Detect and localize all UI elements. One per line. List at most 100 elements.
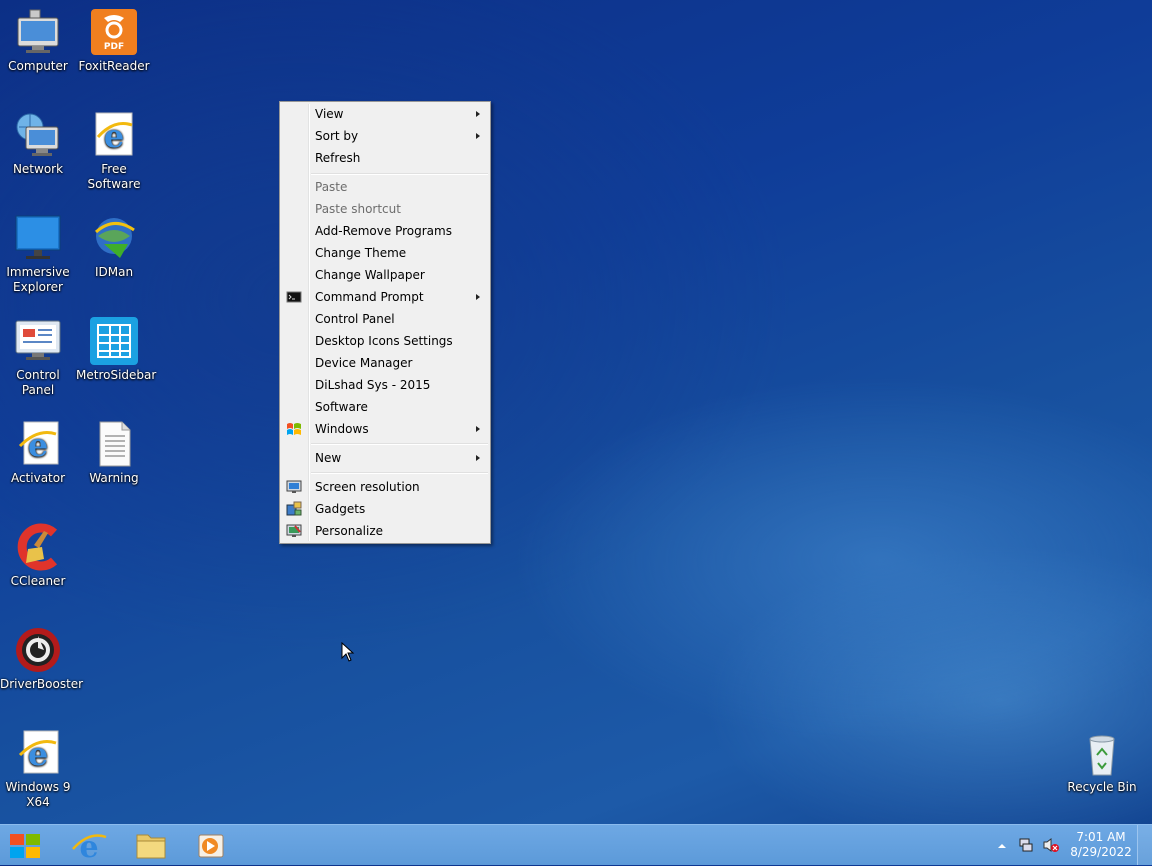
menu-item-label: DiLshad Sys - 2015 xyxy=(315,378,431,392)
media-player-icon[interactable] xyxy=(186,827,236,863)
start-button[interactable] xyxy=(0,827,50,863)
menu-item-label: Gadgets xyxy=(315,502,366,516)
menu-item-label: Windows xyxy=(315,422,369,436)
recycle-bin-icon xyxy=(1078,733,1126,777)
desktop-icon-label: Recycle Bin xyxy=(1067,780,1137,794)
desktop-icon-windows-9-x64[interactable]: e Windows 9 X64 xyxy=(0,729,76,810)
menu-item-sort-by[interactable]: Sort by xyxy=(282,125,488,147)
menu-item-label: Change Wallpaper xyxy=(315,268,425,282)
menu-item-personalize[interactable]: Personalize xyxy=(282,520,488,542)
clock-date: 8/29/2022 xyxy=(1070,845,1132,859)
desktop-icon-network[interactable]: Network xyxy=(0,111,76,177)
internet-explorer-icon: e xyxy=(90,111,138,159)
ccleaner-icon xyxy=(14,523,62,571)
menu-item-label: Sort by xyxy=(315,129,359,143)
desktop-icon-foxitreader[interactable]: PDF FoxitReader xyxy=(76,8,152,74)
internet-explorer-icon[interactable]: e xyxy=(64,827,114,865)
show-desktop-button[interactable] xyxy=(1137,825,1152,865)
text-document-icon xyxy=(90,420,138,468)
desktop-icon-driverbooster[interactable]: DriverBooster xyxy=(0,626,84,692)
gadgets-icon xyxy=(286,501,302,517)
menu-item-label: Command Prompt xyxy=(315,290,424,304)
menu-item-label: New xyxy=(315,451,342,465)
driver-booster-icon xyxy=(14,626,62,674)
desktop-icon-label: Immersive Explorer xyxy=(6,265,70,294)
personalize-icon xyxy=(286,523,302,539)
control-panel-icon xyxy=(14,317,62,365)
menu-item-add-remove-programs[interactable]: Add-Remove Programs xyxy=(282,220,488,242)
menu-item-command-prompt[interactable]: Command Prompt xyxy=(282,286,488,308)
desktop-icon-label: MetroSidebar xyxy=(76,368,157,382)
menu-item-dilshad-sys[interactable]: DiLshad Sys - 2015 xyxy=(282,374,488,396)
menu-item-paste: Paste xyxy=(282,176,488,198)
menu-item-screen-resolution[interactable]: Screen resolution xyxy=(282,476,488,498)
network-icon xyxy=(14,111,62,159)
foxit-pdf-icon: PDF xyxy=(90,8,138,56)
menu-item-change-wallpaper[interactable]: Change Wallpaper xyxy=(282,264,488,286)
desktop-icon-immersive-explorer[interactable]: Immersive Explorer xyxy=(0,214,76,295)
desktop-icon-metrosidebar[interactable]: MetroSidebar xyxy=(76,317,157,383)
submenu-arrow-icon xyxy=(476,111,480,117)
monitor-icon xyxy=(14,214,62,262)
menu-item-software[interactable]: Software xyxy=(282,396,488,418)
desktop-icon-activator[interactable]: e Activator xyxy=(0,420,76,486)
menu-item-label: Device Manager xyxy=(315,356,413,370)
menu-item-label: Personalize xyxy=(315,524,384,538)
desktop-icon-label: Windows 9 X64 xyxy=(5,780,71,809)
internet-explorer-icon: e xyxy=(14,729,62,777)
desktop-icon-label: CCleaner xyxy=(10,574,66,588)
menu-item-label: Screen resolution xyxy=(315,480,420,494)
submenu-arrow-icon xyxy=(476,455,480,461)
desktop-icon-control-panel[interactable]: Control Panel xyxy=(0,317,76,398)
metro-sidebar-icon xyxy=(90,317,138,365)
desktop-context-menu: View Sort by Refresh Paste Paste shortcu… xyxy=(279,101,491,544)
menu-item-change-theme[interactable]: Change Theme xyxy=(282,242,488,264)
menu-item-desktop-icons-settings[interactable]: Desktop Icons Settings xyxy=(282,330,488,352)
screen-resolution-icon xyxy=(286,479,302,495)
menu-item-label: Desktop Icons Settings xyxy=(315,334,453,348)
desktop-icon-label: DriverBooster xyxy=(0,677,84,691)
menu-separator xyxy=(311,472,488,474)
menu-item-label: Paste shortcut xyxy=(315,202,401,216)
windows-flag-icon xyxy=(286,421,302,437)
menu-item-label: Refresh xyxy=(315,151,361,165)
desktop-icon-ccleaner[interactable]: CCleaner xyxy=(0,523,76,589)
menu-separator xyxy=(311,443,488,445)
file-explorer-icon[interactable] xyxy=(126,827,176,863)
desktop-icon-label: FoxitReader xyxy=(78,59,150,73)
network-tray-icon[interactable] xyxy=(1018,837,1034,853)
menu-item-label: Software xyxy=(315,400,368,414)
submenu-arrow-icon xyxy=(476,294,480,300)
menu-item-new[interactable]: New xyxy=(282,447,488,469)
taskbar-clock[interactable]: 7:01 AM 8/29/2022 xyxy=(1068,830,1134,860)
desktop-icon-idman[interactable]: IDMan xyxy=(76,214,152,280)
desktop-icon-label: Network xyxy=(12,162,64,176)
desktop-icon-warning[interactable]: Warning xyxy=(76,420,152,486)
menu-item-view[interactable]: View xyxy=(282,103,488,125)
desktop-icon-label: Activator xyxy=(10,471,66,485)
menu-item-device-manager[interactable]: Device Manager xyxy=(282,352,488,374)
pdf-badge: PDF xyxy=(103,42,125,52)
submenu-arrow-icon xyxy=(476,426,480,432)
desktop-icon-computer[interactable]: Computer xyxy=(0,8,76,74)
menu-item-control-panel[interactable]: Control Panel xyxy=(282,308,488,330)
menu-item-windows[interactable]: Windows xyxy=(282,418,488,440)
volume-muted-icon[interactable] xyxy=(1042,837,1060,853)
desktop-icon-free-software[interactable]: e Free Software xyxy=(76,111,152,192)
desktop-icon-label: IDMan xyxy=(94,265,134,279)
menu-item-refresh[interactable]: Refresh xyxy=(282,147,488,169)
menu-item-label: Add-Remove Programs xyxy=(315,224,452,238)
menu-item-label: Change Theme xyxy=(315,246,407,260)
cmd-icon xyxy=(286,289,302,305)
menu-item-paste-shortcut: Paste shortcut xyxy=(282,198,488,220)
menu-item-gadgets[interactable]: Gadgets xyxy=(282,498,488,520)
desktop-icon-recycle-bin[interactable]: Recycle Bin xyxy=(1064,733,1140,795)
computer-icon xyxy=(14,8,62,56)
menu-item-label: Paste xyxy=(315,180,348,194)
menu-separator xyxy=(311,173,488,175)
desktop-icon-label: Warning xyxy=(89,471,139,485)
submenu-arrow-icon xyxy=(476,133,480,139)
internet-explorer-icon: e xyxy=(14,420,62,468)
show-hidden-icons-button[interactable] xyxy=(996,840,1008,850)
menu-item-label: View xyxy=(315,107,344,121)
